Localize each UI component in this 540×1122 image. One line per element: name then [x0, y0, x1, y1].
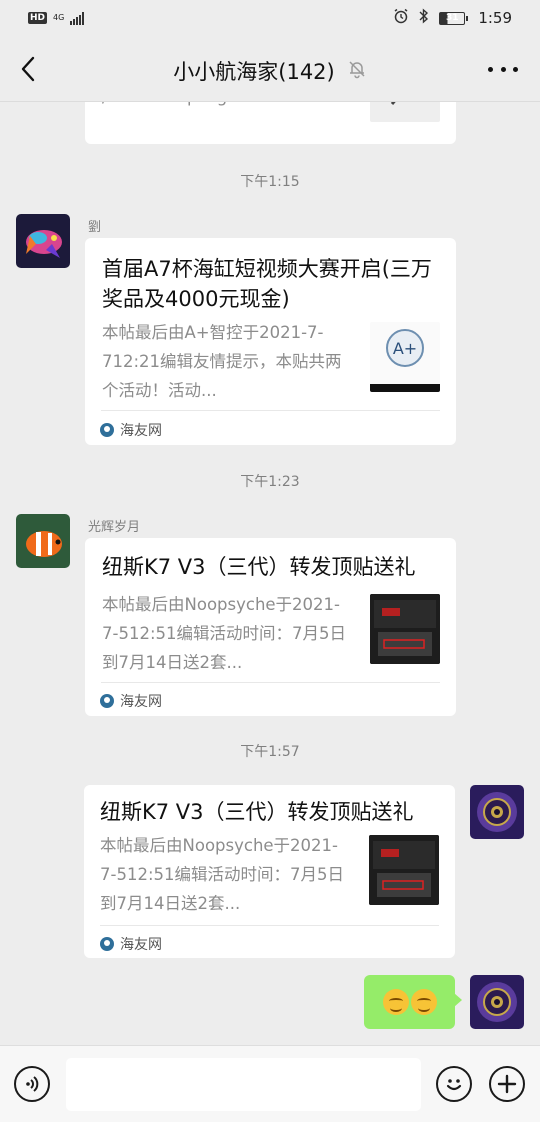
- timestamp: 下午1:15: [240, 174, 300, 190]
- link-card-thumbnail: A+: [370, 322, 440, 392]
- thinking-face-icon: [382, 989, 409, 1015]
- plus-icon: [497, 1074, 517, 1094]
- status-bar: HD 4G 31 1:59: [0, 0, 540, 36]
- chat-title: 小小航海家(142): [173, 60, 335, 84]
- timestamp: 下午1:57: [240, 744, 300, 760]
- sender-name: 光辉岁月: [88, 520, 141, 535]
- message-list[interactable]: /threadWapPage?tid=17837... 下午1:15 劉 首届A…: [0, 102, 540, 1045]
- bluetooth-icon: [419, 8, 429, 28]
- network-type: 4G: [53, 13, 65, 22]
- self-avatar[interactable]: [470, 785, 524, 839]
- link-card-description: 本帖最后由Noopsyche于2021-7-512:51编辑活动时间：7月5日到…: [100, 836, 344, 913]
- hd-indicator: HD: [28, 12, 48, 24]
- link-card-divider: [100, 925, 439, 926]
- source-logo-icon: [100, 937, 114, 951]
- voice-button[interactable]: [14, 1066, 50, 1102]
- input-bar: [0, 1045, 540, 1122]
- link-card-self[interactable]: 纽斯K7 V3（三代）转发顶贴送礼 本帖最后由Noopsyche于2021-7-…: [84, 785, 455, 958]
- thinking-face-icon: [410, 989, 437, 1015]
- avatar[interactable]: [16, 514, 70, 568]
- link-card-source: 海友网: [100, 420, 162, 440]
- link-card-description: /threadWapPage?tid=17837...: [102, 102, 362, 112]
- link-card-thumbnail: [370, 594, 440, 664]
- link-card-description: 本帖最后由A+智控于2021-7-712:21编辑友情提示，本贴共两个活动！活动…: [102, 323, 342, 400]
- link-card-thumbnail: [370, 102, 440, 122]
- link-card-divider: [101, 410, 440, 411]
- chat-header: 小小航海家(142): [0, 36, 540, 102]
- emoji-button[interactable]: [436, 1066, 472, 1102]
- link-card-title: 首届A7杯海缸短视频大赛开启(三万奖品及4000元现金): [102, 257, 432, 311]
- link-card-description: 本帖最后由Noopsyche于2021-7-512:51编辑活动时间：7月5日到…: [102, 595, 346, 672]
- voice-icon: [26, 1076, 39, 1092]
- link-card-thumbnail: [369, 835, 439, 905]
- bell-off-icon: [347, 59, 367, 83]
- link-card-title: 纽斯K7 V3（三代）转发顶贴送礼: [102, 555, 416, 579]
- link-card-source: 海友网: [100, 934, 162, 954]
- smiley-icon: [446, 1079, 462, 1091]
- link-card[interactable]: 首届A7杯海缸短视频大赛开启(三万奖品及4000元现金) 本帖最后由A+智控于2…: [85, 238, 456, 445]
- clock: 1:59: [478, 9, 512, 27]
- source-name: 海友网: [120, 694, 162, 710]
- self-avatar[interactable]: [470, 975, 524, 1029]
- emoji-message[interactable]: [364, 975, 462, 1029]
- battery-icon: 31: [439, 11, 469, 25]
- alarm-icon: [393, 8, 409, 28]
- link-card-source: 海友网: [100, 691, 162, 711]
- link-card[interactable]: 纽斯K7 V3（三代）转发顶贴送礼 本帖最后由Noopsyche于2021-7-…: [85, 538, 456, 716]
- sender-name: 劉: [88, 220, 102, 235]
- signal-icon: [70, 11, 85, 25]
- message-input[interactable]: [66, 1058, 421, 1111]
- source-name: 海友网: [120, 937, 162, 953]
- source-logo-icon: [100, 694, 114, 708]
- avatar[interactable]: [16, 214, 70, 268]
- battery-level: 31: [439, 11, 466, 25]
- timestamp: 下午1:23: [240, 474, 300, 490]
- more-options-button[interactable]: [488, 58, 518, 80]
- link-card-partial[interactable]: /threadWapPage?tid=17837...: [85, 102, 456, 144]
- source-logo-icon: [100, 423, 114, 437]
- plus-button[interactable]: [489, 1066, 525, 1102]
- link-card-divider: [101, 682, 440, 683]
- svg-text:A+: A+: [393, 339, 417, 358]
- link-card-title: 纽斯K7 V3（三代）转发顶贴送礼: [100, 800, 414, 824]
- source-name: 海友网: [120, 423, 162, 439]
